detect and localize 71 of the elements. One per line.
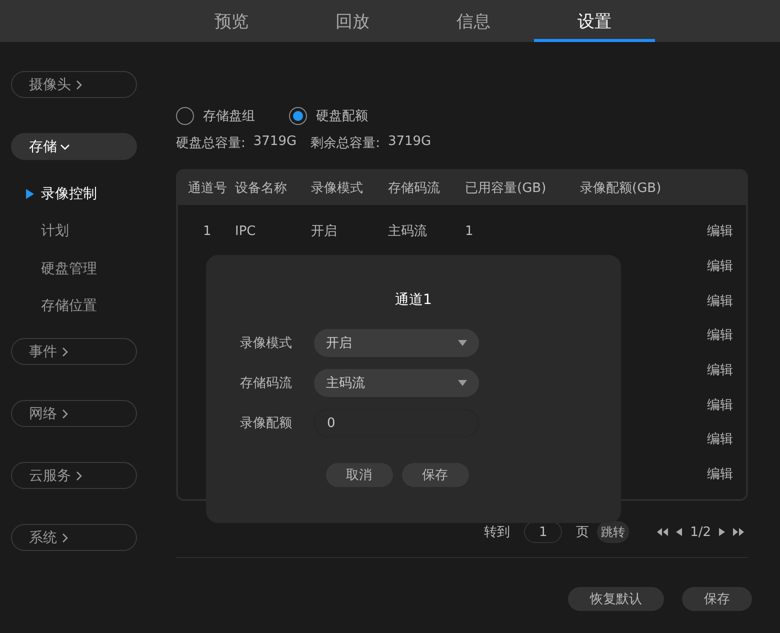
field-label: 录像模式 [240,335,293,352]
column-header: 录像配额(GB) [580,180,662,197]
first-page-icon[interactable] [657,528,668,536]
column-header: 录像模式 [311,180,364,197]
radio-label: 存储盘组 [203,108,255,125]
column-header: 通道号 [188,180,228,197]
sidebar-group-button[interactable]: 摄像头 [11,71,137,98]
previous-page-icon[interactable] [676,528,682,536]
table-cell-text: 开启 [311,223,338,240]
radio-option[interactable]: 存储盘组 [176,107,255,125]
edit-link[interactable]: 编辑 [707,292,733,310]
sidebar-group-button[interactable]: 系统 [11,524,137,551]
dropdown-arrow-icon [458,340,467,346]
capacity-value: 3719G [253,134,297,151]
dialog-button[interactable]: 取消 [326,463,392,487]
radio-icon[interactable] [176,107,194,125]
column-header: 存储码流 [388,180,441,197]
column-header: 设备名称 [235,180,288,197]
select-field[interactable]: 开启 [314,329,479,357]
chevron-right-icon [74,470,84,480]
page-label: 页 [576,524,590,541]
sidebar-item[interactable]: 存储位置 [11,288,150,325]
radio-icon[interactable] [289,107,307,125]
radio-option[interactable]: 硬盘配额 [289,107,368,125]
page-info: 1/2 [690,524,711,540]
nav-tab[interactable]: 预览 [171,0,292,42]
chevron-right-icon [60,408,70,418]
edit-link[interactable]: 编辑 [707,465,733,484]
chevron-right-icon [74,80,84,90]
nav-tab[interactable]: 回放 [292,0,413,42]
last-page-icon[interactable] [733,528,744,536]
edit-link[interactable]: 编辑 [707,257,733,276]
column-header: 已用容量(GB) [465,180,548,197]
select-field[interactable]: 主码流 [314,369,479,397]
footer-button[interactable]: 保存 [682,587,752,611]
capacity-label: 剩余总容量: [310,135,380,152]
edit-link[interactable]: 编辑 [707,222,733,240]
table-cell-text: 1 [202,224,212,239]
sidebar-group-button[interactable]: 云服务 [11,462,137,489]
table-cell-text: IPC [235,224,257,239]
chevron-right-icon [60,532,70,542]
field-label: 录像配额 [240,415,293,432]
footer-button[interactable]: 恢复默认 [568,587,664,611]
next-page-icon[interactable] [719,528,725,536]
sidebar-item[interactable]: 录像控制 [11,175,150,212]
goto-label: 转到 [484,524,510,541]
chevron-right-icon [60,346,70,356]
radio-label: 硬盘配额 [316,108,368,125]
sidebar-item[interactable]: 硬盘管理 [11,250,150,288]
edit-link[interactable]: 编辑 [707,430,733,448]
nav-tab[interactable]: 设置 [534,0,655,42]
table-cell-text: 1 [465,224,474,239]
selected-marker-icon [26,189,34,199]
nav-tab[interactable]: 信息 [413,0,534,42]
sidebar-group-button[interactable]: 网络 [11,400,137,427]
edit-link[interactable]: 编辑 [707,361,733,380]
jump-button[interactable]: 跳转 [597,521,630,543]
sidebar-group-button[interactable]: 事件 [11,338,137,365]
field-label: 存储码流 [240,375,293,392]
input-field[interactable]: 0 [314,409,479,437]
dialog-button[interactable]: 保存 [402,463,468,487]
dialog-title: 通道1 [395,291,432,309]
dropdown-arrow-icon [458,380,467,386]
chevron-down-icon [60,142,70,152]
capacity-value: 3719G [388,134,432,151]
edit-link[interactable]: 编辑 [707,396,733,414]
sidebar-item[interactable]: 计划 [11,212,150,250]
table-cell-text: 主码流 [388,223,428,240]
sidebar-group-button[interactable]: 存储 [11,133,137,160]
edit-link[interactable]: 编辑 [707,326,733,344]
capacity-label: 硬盘总容量: [176,135,246,152]
